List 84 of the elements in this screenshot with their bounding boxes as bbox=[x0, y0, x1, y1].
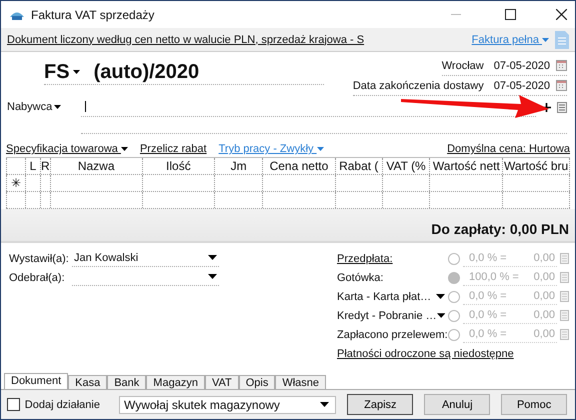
payment-radio[interactable] bbox=[448, 328, 460, 340]
calculator-icon[interactable] bbox=[560, 272, 569, 283]
column-header[interactable]: Cena netto bbox=[270, 159, 328, 173]
caret-icon[interactable] bbox=[72, 70, 80, 75]
document-icon[interactable] bbox=[555, 30, 569, 48]
payment-label: Zapłacono przelewem: bbox=[337, 328, 448, 340]
default-price-link[interactable]: Domyślna cena: Hurtowa bbox=[447, 143, 570, 155]
delivery-date-label: Data zakończenia dostawy bbox=[352, 80, 484, 92]
specification-dropdown[interactable]: Specyfikacja towarowa bbox=[6, 143, 128, 155]
amount-due: Do zapłaty: 0,00 PLN bbox=[431, 221, 569, 237]
dialog-button[interactable]: Zapisz bbox=[347, 394, 414, 415]
column-header[interactable]: L bbox=[30, 159, 36, 173]
payment-radio[interactable] bbox=[448, 310, 460, 322]
window-title: Faktura VAT sprzedaży bbox=[31, 8, 156, 22]
date-field[interactable]: 07-05-2020 bbox=[494, 80, 550, 92]
calendar-icon[interactable] bbox=[556, 80, 567, 91]
person-label: Odebrał(a): bbox=[9, 272, 66, 284]
payment-amount: 0,00 bbox=[534, 271, 555, 283]
payment-radio[interactable] bbox=[448, 272, 460, 284]
calculator-icon[interactable] bbox=[560, 253, 569, 264]
document-number: (auto)/2020 bbox=[94, 61, 200, 84]
payment-radio[interactable] bbox=[448, 290, 460, 302]
payment-method-dropdown[interactable]: Karta - Karta płat… bbox=[337, 290, 432, 302]
minimize-icon[interactable] bbox=[451, 14, 461, 16]
person-label: Wystawił(a): bbox=[9, 252, 70, 264]
caret-icon[interactable] bbox=[54, 104, 62, 110]
place-label: Wrocław bbox=[442, 60, 484, 72]
prepayment-link[interactable]: Przedpłata: bbox=[337, 252, 393, 264]
dialog-button[interactable]: Pomoc bbox=[501, 394, 568, 415]
caret-icon[interactable] bbox=[436, 294, 445, 300]
column-header[interactable]: VAT (% bbox=[386, 159, 426, 173]
payment-percent: 0,0 % = bbox=[469, 290, 507, 302]
date-field[interactable]: 07-05-2020 bbox=[494, 60, 550, 72]
maximize-icon[interactable] bbox=[505, 9, 516, 20]
tab[interactable]: Magazyn bbox=[146, 375, 205, 389]
payment-method-dropdown[interactable]: Kredyt - Pobranie … bbox=[337, 310, 437, 322]
tab[interactable]: Kasa bbox=[68, 375, 108, 389]
new-row-marker: ✳ bbox=[10, 176, 21, 190]
work-mode-link[interactable]: Tryb pracy - Zwykły bbox=[218, 143, 324, 155]
payment-percent: 0,0 % = bbox=[469, 328, 507, 340]
person-dropdown[interactable]: Jan Kowalski bbox=[72, 250, 219, 267]
series-dropdown[interactable]: FS bbox=[44, 61, 80, 84]
stock-effect-dropdown[interactable]: Wywołaj skutek magazynowy bbox=[118, 396, 336, 414]
tab[interactable]: VAT bbox=[204, 375, 239, 389]
dialog-button[interactable]: Anuluj bbox=[424, 394, 490, 415]
calculator-icon[interactable] bbox=[560, 291, 569, 302]
buyer-dropdown[interactable]: Nabywca bbox=[7, 101, 75, 113]
close-icon[interactable] bbox=[556, 9, 567, 20]
payment-radio[interactable] bbox=[448, 252, 460, 264]
add-action-label: Dodaj działanie bbox=[24, 398, 100, 410]
column-header[interactable]: Wartość bru bbox=[504, 159, 568, 173]
payment-percent: 0,0 % = bbox=[469, 252, 507, 264]
payment-amount: 0,00 bbox=[534, 290, 555, 302]
caret-icon[interactable] bbox=[208, 255, 217, 261]
tab[interactable]: Dokument bbox=[4, 373, 68, 389]
pricing-info-link[interactable]: Dokument liczony według cen netto w walucie PLN, sprzedaż krajowa - S bbox=[7, 34, 364, 46]
column-header[interactable]: Nazwa bbox=[78, 159, 115, 173]
column-header[interactable]: Jm bbox=[230, 159, 247, 173]
column-header[interactable]: Ilość bbox=[166, 159, 191, 173]
tab[interactable]: Własne bbox=[275, 375, 326, 389]
payment-amount: 0,00 bbox=[534, 252, 555, 264]
add-icon[interactable] bbox=[542, 102, 551, 112]
payment-amount: 0,00 bbox=[534, 328, 555, 340]
caret-icon[interactable] bbox=[436, 312, 445, 318]
caret-icon[interactable] bbox=[120, 147, 128, 152]
add-action-checkbox[interactable] bbox=[7, 398, 20, 411]
payment-percent: 0,0 % = bbox=[469, 309, 507, 321]
caret-icon[interactable] bbox=[320, 402, 330, 408]
column-header[interactable]: R bbox=[41, 159, 50, 173]
payment-percent: 100,0 % = bbox=[469, 271, 519, 283]
calculator-icon[interactable] bbox=[560, 329, 569, 340]
column-header[interactable]: Wartość nett bbox=[432, 159, 500, 173]
caret-icon[interactable] bbox=[208, 274, 217, 280]
list-icon[interactable] bbox=[557, 102, 567, 112]
deferred-payments-link[interactable]: Płatności odroczone są niedostępne bbox=[337, 348, 569, 360]
document-type-link[interactable]: Faktura pełna bbox=[472, 34, 549, 46]
payment-label: Gotówka: bbox=[337, 272, 384, 284]
tab[interactable]: Opis bbox=[238, 375, 276, 389]
tab[interactable]: Bank bbox=[107, 375, 146, 389]
calendar-icon[interactable] bbox=[556, 60, 567, 71]
calculator-icon[interactable] bbox=[560, 310, 569, 321]
payment-amount: 0,00 bbox=[534, 309, 555, 321]
column-header[interactable]: Rabat ( bbox=[339, 159, 378, 173]
recalculate-discount-link[interactable]: Przelicz rabat bbox=[140, 143, 207, 155]
